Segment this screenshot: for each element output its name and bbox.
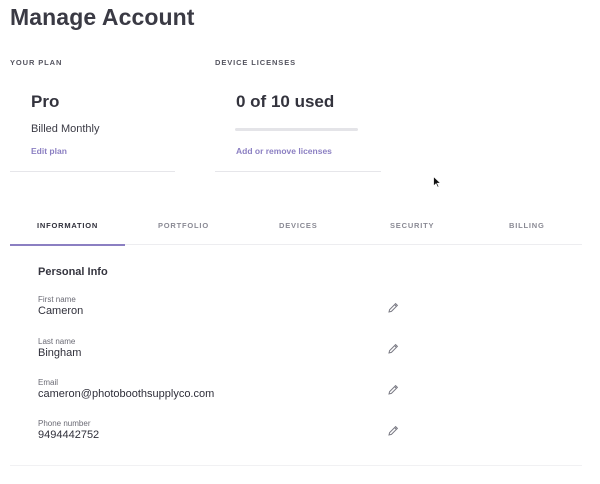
last-name-value: Bingham (38, 347, 82, 359)
licenses-card-divider (215, 171, 381, 172)
tab-portfolio[interactable]: PORTFOLIO (158, 221, 209, 230)
edit-last-name-pencil-icon[interactable] (387, 343, 399, 355)
licenses-usage: 0 of 10 used (236, 92, 335, 111)
licenses-card: 0 of 10 used Add or remove licenses (215, 86, 381, 172)
email-value: cameron@photoboothsupplyco.com (38, 388, 215, 400)
bottom-divider (10, 465, 582, 466)
phone-number-value: 9494442752 (38, 429, 100, 441)
first-name-field: First name Cameron (38, 295, 398, 317)
phone-number-field: Phone number 9494442752 (38, 419, 398, 441)
edit-plan-link[interactable]: Edit plan (31, 146, 67, 156)
edit-email-pencil-icon[interactable] (387, 384, 399, 396)
device-licenses-label: DEVICE LICENSES (215, 58, 297, 67)
last-name-label: Last name (38, 337, 76, 346)
plan-card: Pro Billed Monthly Edit plan (10, 86, 175, 172)
last-name-field: Last name Bingham (38, 337, 398, 359)
account-tabs: INFORMATION PORTFOLIO DEVICES SECURITY B… (10, 212, 582, 246)
edit-phone-number-pencil-icon[interactable] (387, 425, 399, 437)
plan-card-divider (10, 171, 175, 172)
add-remove-licenses-link[interactable]: Add or remove licenses (236, 146, 332, 156)
email-label: Email (38, 378, 59, 387)
page-title: Manage Account (10, 4, 195, 30)
plan-billing: Billed Monthly (31, 123, 100, 135)
first-name-value: Cameron (38, 305, 84, 317)
licenses-usage-bar (235, 128, 358, 131)
edit-first-name-pencil-icon[interactable] (387, 302, 399, 314)
tab-billing[interactable]: BILLING (509, 221, 545, 230)
tab-security[interactable]: SECURITY (390, 221, 434, 230)
personal-info-title: Personal Info (38, 266, 108, 278)
your-plan-label: YOUR PLAN (10, 58, 63, 67)
plan-name: Pro (31, 92, 60, 111)
phone-number-label: Phone number (38, 419, 91, 428)
tab-devices[interactable]: DEVICES (279, 221, 318, 230)
tab-information[interactable]: INFORMATION (37, 221, 98, 230)
mouse-pointer-icon (433, 176, 442, 188)
active-tab-indicator (10, 244, 125, 246)
first-name-label: First name (38, 295, 76, 304)
email-field: Email cameron@photoboothsupplyco.com (38, 378, 398, 400)
